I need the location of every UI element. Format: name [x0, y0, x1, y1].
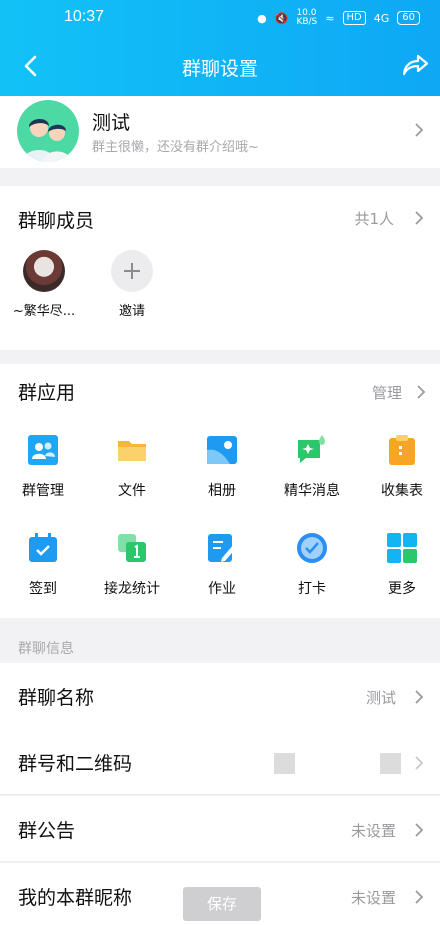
members-card: 群聊成员 共1人 ~繁华尽... 邀请 [0, 186, 440, 350]
group-name-row[interactable]: 群聊名称 测试 [0, 663, 440, 729]
status-bar: 10:37 ● 🔇 10.0 KB/S ≈ HD 4G 60 [0, 0, 440, 36]
group-avatar [17, 100, 79, 162]
chain-count-icon [118, 534, 146, 562]
wifi-icon: ≈ [325, 11, 335, 25]
group-announcement-row[interactable]: 群公告 未设置 [0, 796, 440, 862]
group-info-section-label: 群聊信息 [18, 641, 74, 657]
invite-label: 邀请 [118, 304, 145, 319]
manage-link[interactable]: 管理 [372, 382, 402, 403]
homework-icon [208, 534, 237, 562]
group-apps-card: 群应用 管理 群管理 文件 相册 精华消息 收集表 签到 接龙统计 作业 打卡 … [0, 350, 440, 618]
header: 10:37 ● 🔇 10.0 KB/S ≈ HD 4G 60 群聊设置 [0, 0, 440, 96]
save-button[interactable]: 保存 [183, 887, 261, 921]
app-label: 签到 [29, 581, 57, 597]
row-value: 未设置 [350, 822, 396, 840]
app-sign-in[interactable]: 签到 [3, 532, 83, 598]
group-description: 群主很懒，还没有群介绍哦~ [92, 140, 259, 155]
more-grid-icon [387, 533, 417, 563]
app-label: 打卡 [298, 581, 326, 597]
app-label: 相册 [208, 483, 236, 499]
chevron-right-icon [415, 756, 424, 770]
group-number-qrcode-row[interactable]: 群号和二维码 [0, 729, 440, 795]
app-chain-stats[interactable]: 接龙统计 [92, 532, 172, 598]
app-collection-form[interactable]: 收集表 [362, 434, 440, 500]
row-title: 我的本群昵称 [18, 887, 133, 909]
hd-badge: HD [342, 11, 366, 25]
app-group-manage[interactable]: 群管理 [3, 434, 83, 500]
mute-icon: 🔇 [274, 11, 289, 25]
chevron-right-icon [415, 890, 424, 904]
app-label: 收集表 [381, 483, 423, 499]
group-name: 测试 [92, 112, 131, 134]
members-title: 群聊成员 [18, 210, 95, 232]
row-value: 测试 [365, 689, 396, 707]
group-manage-icon [28, 435, 58, 465]
status-time: 10:37 [64, 8, 105, 25]
avatar [23, 250, 65, 292]
water-drop-icon: ● [257, 11, 267, 25]
chevron-right-icon [415, 690, 424, 704]
chevron-right-icon [415, 211, 424, 225]
chevron-right-icon [415, 123, 424, 137]
page-title: 群聊设置 [181, 58, 258, 80]
app-check-in[interactable]: 打卡 [272, 532, 352, 598]
qrcode-placeholder [380, 753, 401, 774]
app-label: 群管理 [22, 483, 64, 499]
app-album[interactable]: 相册 [182, 434, 262, 500]
member-count[interactable]: 共1人 [354, 208, 394, 229]
checkin-icon [297, 533, 327, 563]
app-label: 精华消息 [284, 483, 340, 499]
share-icon[interactable] [400, 50, 430, 80]
album-icon [207, 436, 237, 464]
group-profile-row[interactable]: 测试 群主很懒，还没有群介绍哦~ [0, 96, 440, 168]
add-icon [111, 250, 153, 292]
app-label: 接龙统计 [104, 581, 160, 597]
divider [0, 861, 440, 862]
divider [0, 794, 440, 795]
status-icons: ● 🔇 10.0 KB/S ≈ HD 4G 60 [257, 9, 420, 27]
calendar-icon [29, 533, 57, 562]
apps-title: 群应用 [18, 382, 76, 404]
redacted-block [274, 753, 295, 774]
row-value: 未设置 [350, 889, 396, 907]
row-title: 群聊名称 [18, 687, 95, 709]
chevron-right-icon [415, 823, 424, 837]
app-files[interactable]: 文件 [92, 434, 172, 500]
network-speed: 10.0 KB/S [296, 8, 318, 27]
signal-icon: 4G [373, 11, 390, 25]
app-more[interactable]: 更多 [362, 532, 440, 598]
battery-icon: 60 [397, 11, 420, 25]
app-highlights[interactable]: 精华消息 [272, 434, 352, 500]
invite-button[interactable]: 邀请 [96, 250, 168, 319]
app-homework[interactable]: 作业 [182, 532, 262, 598]
member-item[interactable]: ~繁华尽... [8, 250, 80, 319]
row-title: 群公告 [18, 820, 76, 842]
folder-icon [118, 441, 146, 461]
highlight-message-icon [298, 435, 325, 463]
nav-bar: 群聊设置 [0, 40, 440, 92]
app-label: 作业 [208, 581, 236, 597]
member-name: ~繁华尽... [12, 304, 76, 319]
app-label: 文件 [118, 483, 146, 499]
app-label: 更多 [388, 581, 416, 597]
chevron-right-icon [417, 385, 426, 399]
row-title: 群号和二维码 [18, 753, 133, 775]
clipboard-icon [389, 435, 415, 465]
